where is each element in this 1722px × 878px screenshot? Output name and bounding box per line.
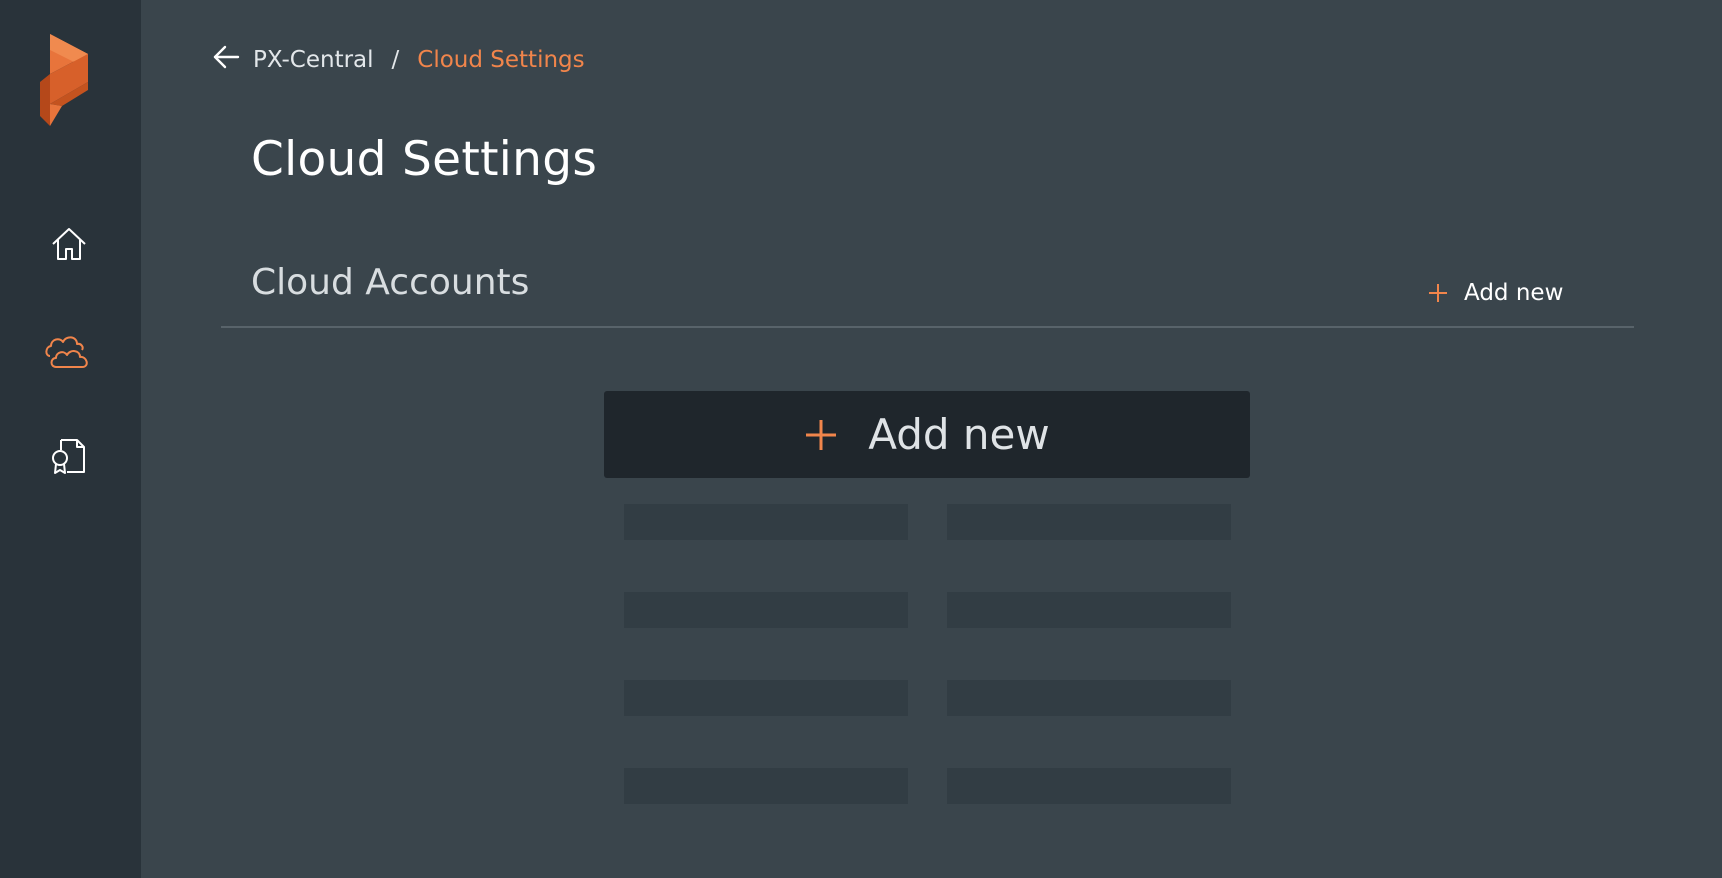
app-root: PX-Central / Cloud Settings Cloud Settin… [0,0,1722,878]
page-title: Cloud Settings [251,132,598,187]
breadcrumb-root-link[interactable]: PX-Central [253,47,374,73]
breadcrumb-current: Cloud Settings [417,47,585,73]
back-button[interactable] [209,43,243,77]
placeholder-bar [624,768,908,804]
section-title: Cloud Accounts [251,262,530,303]
cloud-icon [44,330,94,374]
portworx-logo[interactable] [40,34,98,126]
main-content: PX-Central / Cloud Settings Cloud Settin… [141,0,1722,878]
license-document-icon [49,436,89,480]
add-new-button-label: Add new [868,410,1050,459]
breadcrumb: PX-Central / Cloud Settings [209,42,585,78]
sidebar-item-cloud-settings[interactable] [34,322,104,382]
add-new-label: Add new [1464,280,1564,306]
plus-icon [804,418,838,452]
placeholder-bar [947,768,1231,804]
arrow-left-icon [211,42,241,78]
placeholder-bar [947,680,1231,716]
placeholder-bar [624,680,908,716]
placeholder-bar [947,504,1231,540]
section-divider [221,326,1634,328]
sidebar [0,0,141,878]
add-new-account-button[interactable]: Add new [604,391,1250,478]
add-new-account-link[interactable]: Add new [1426,276,1563,310]
plus-icon [1426,281,1450,305]
home-icon [49,224,89,268]
sidebar-item-home[interactable] [34,216,104,276]
placeholder-bar [947,592,1231,628]
placeholder-bar [624,592,908,628]
placeholder-bar [624,504,908,540]
sidebar-item-licenses[interactable] [34,428,104,488]
breadcrumb-separator: / [391,47,400,73]
